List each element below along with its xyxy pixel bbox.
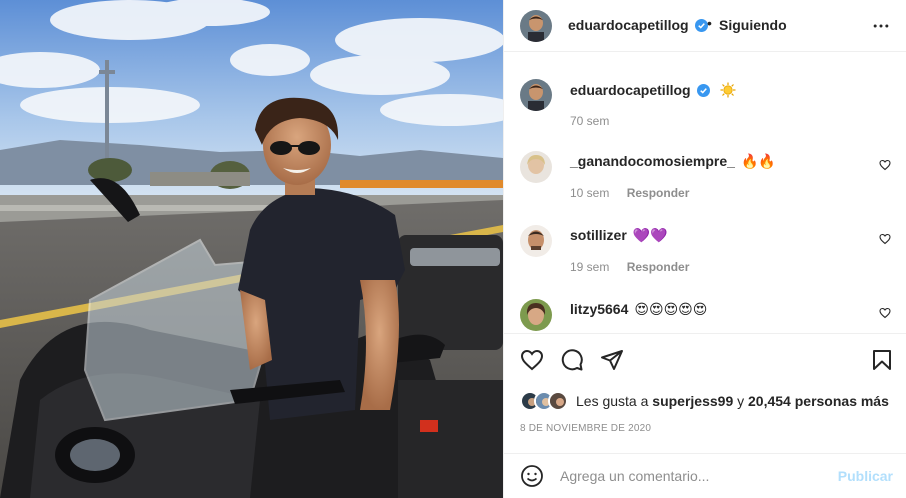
author-avatar[interactable] <box>520 9 552 42</box>
separator-dot: • <box>707 15 712 31</box>
add-comment-bar: Publicar <box>504 453 906 498</box>
commenter-avatar[interactable] <box>520 225 552 257</box>
comment-emoji: 🔥🔥 <box>740 154 776 170</box>
author-username[interactable]: eduardocapetillog <box>568 17 709 33</box>
post-header: eduardocapetillog • Siguiendo <box>504 0 906 52</box>
comment-timestamp[interactable]: 10 sem <box>570 186 609 200</box>
heart-icon[interactable] <box>879 159 891 171</box>
caption-username[interactable]: eduardocapetillog <box>570 82 736 98</box>
reply-button[interactable]: Responder <box>627 260 690 274</box>
commenter-username[interactable]: _ganandocomosiempre_ <box>570 153 735 169</box>
commenter-avatar[interactable] <box>520 299 552 331</box>
commenter-username[interactable]: sotillizer <box>570 227 627 243</box>
likes-connector: y <box>737 393 745 409</box>
publish-button[interactable]: Publicar <box>838 468 893 484</box>
comment-icon[interactable] <box>560 348 584 372</box>
comment-item: litzy5664 😍😍😍😍😍 <box>504 299 906 333</box>
follow-status-button[interactable]: Siguiendo <box>719 17 787 33</box>
likes-summary: Les gusta a superjess99 y 20,454 persona… <box>520 390 889 412</box>
avatar-image <box>520 9 552 42</box>
liker-avatar[interactable] <box>548 391 568 411</box>
comment-item: sotillizer 💜💜 19 sem Responder <box>504 225 906 285</box>
likes-count[interactable]: 20,454 personas más <box>748 393 889 409</box>
avatar-image <box>520 225 552 257</box>
comment-meta: 19 sem Responder <box>570 260 689 274</box>
post-side-panel: eduardocapetillog • Siguiendo eduardocap… <box>503 0 906 498</box>
comment-text: litzy5664 😍😍😍😍😍 <box>570 301 707 318</box>
comments-list[interactable]: eduardocapetillog 70 sem _ganandocomosie… <box>504 53 906 333</box>
post-actions: Les gusta a superjess99 y 20,454 persona… <box>504 333 906 453</box>
heart-icon[interactable] <box>879 233 891 245</box>
heart-icon[interactable] <box>879 307 891 319</box>
comment-timestamp[interactable]: 19 sem <box>570 260 609 274</box>
comment-item: _ganandocomosiempre_ 🔥🔥 10 sem Responder <box>504 151 906 211</box>
comment-text: sotillizer 💜💜 <box>570 227 668 244</box>
commenter-avatar[interactable] <box>520 151 552 183</box>
avatar-image <box>550 393 566 409</box>
likes-prefix: Les gusta a <box>576 393 649 409</box>
caption-avatar[interactable] <box>520 79 552 111</box>
smile-icon[interactable] <box>520 464 544 488</box>
comment-emoji: 😍😍😍😍😍 <box>634 302 708 318</box>
author-username-text[interactable]: eduardocapetillog <box>568 17 689 33</box>
share-icon[interactable] <box>600 348 624 372</box>
comment-input[interactable] <box>560 466 830 486</box>
motorcycle-photo <box>0 0 503 498</box>
bookmark-icon[interactable] <box>870 348 894 372</box>
reply-button[interactable]: Responder <box>627 186 690 200</box>
verified-icon <box>697 84 711 97</box>
comment-meta: 10 sem Responder <box>570 186 689 200</box>
post-date[interactable]: 8 DE NOVIEMBRE DE 2020 <box>520 423 651 434</box>
avatar-image <box>520 79 552 111</box>
likes-text: Les gusta a superjess99 y 20,454 persona… <box>576 393 889 409</box>
commenter-username[interactable]: litzy5664 <box>570 301 628 317</box>
likes-username[interactable]: superjess99 <box>652 393 733 409</box>
heart-icon[interactable] <box>520 348 544 372</box>
comment-text: _ganandocomosiempre_ 🔥🔥 <box>570 153 776 170</box>
post-photo[interactable] <box>0 0 503 498</box>
avatar-image <box>520 151 552 183</box>
comment-emoji: 💜💜 <box>632 228 668 244</box>
caption-timestamp[interactable]: 70 sem <box>570 114 609 128</box>
avatar-image <box>520 299 552 331</box>
caption-username-text[interactable]: eduardocapetillog <box>570 82 691 98</box>
more-icon[interactable] <box>871 16 891 36</box>
sun-emoji-icon <box>720 82 736 98</box>
